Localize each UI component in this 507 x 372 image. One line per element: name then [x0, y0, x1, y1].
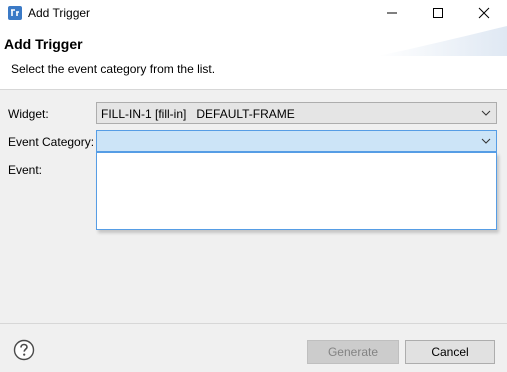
header-decoration	[377, 26, 507, 56]
dialog-header: Add Trigger Select the event category fr…	[0, 26, 507, 90]
chevron-down-icon	[481, 110, 491, 116]
title-bar: Add Trigger	[0, 0, 507, 26]
dialog-message: Select the event category from the list.	[11, 62, 216, 76]
cancel-button[interactable]: Cancel	[405, 340, 495, 364]
dialog-footer: Generate Cancel	[0, 323, 507, 372]
dialog-title: Add Trigger	[4, 36, 83, 52]
chevron-down-icon	[481, 138, 491, 144]
widget-label: Widget:	[8, 107, 49, 121]
help-icon[interactable]	[13, 339, 35, 361]
maximize-button[interactable]	[415, 0, 461, 26]
window-title: Add Trigger	[28, 6, 91, 20]
close-icon	[478, 7, 490, 19]
minimize-button[interactable]	[369, 0, 415, 26]
event-category-dropdown-list[interactable]	[96, 152, 497, 230]
widget-combo[interactable]: FILL-IN-1 [fill-in] DEFAULT-FRAME	[96, 102, 497, 124]
app-icon	[8, 6, 22, 20]
event-category-label: Event Category:	[8, 135, 95, 149]
close-button[interactable]	[461, 0, 507, 26]
maximize-icon	[433, 8, 443, 18]
event-category-combo[interactable]	[96, 130, 497, 152]
event-label: Event:	[8, 163, 43, 177]
minimize-icon	[387, 12, 397, 14]
generate-button[interactable]: Generate	[307, 340, 399, 364]
widget-combo-value: FILL-IN-1 [fill-in] DEFAULT-FRAME	[101, 107, 295, 121]
